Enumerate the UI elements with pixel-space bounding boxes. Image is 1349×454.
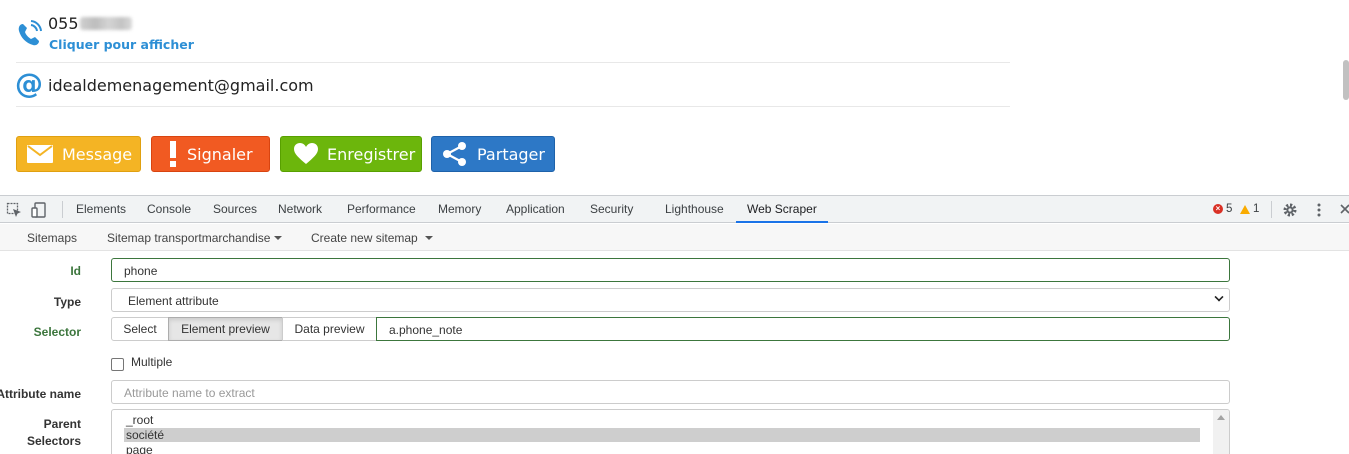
parent-selectors-label-line2: Selectors: [26, 434, 81, 448]
at-icon: @: [15, 67, 43, 100]
tab-lighthouse[interactable]: Lighthouse: [665, 196, 724, 223]
exclamation-icon: [168, 141, 178, 167]
report-label: Signaler: [187, 144, 253, 164]
tab-sources[interactable]: Sources: [213, 196, 257, 223]
create-sitemap-label: Create new sitemap: [311, 231, 418, 245]
email-address[interactable]: idealdemenagement@gmail.com: [48, 76, 314, 95]
tab-console[interactable]: Console: [147, 196, 191, 223]
type-select[interactable]: Element attribute: [111, 288, 1230, 312]
more-options-icon[interactable]: [1311, 202, 1327, 218]
attribute-name-label: Attribute name: [0, 387, 81, 401]
heart-icon: [294, 143, 318, 165]
parent-selector-option[interactable]: _root: [124, 413, 153, 427]
chevron-down-icon: [1214, 292, 1224, 302]
save-button[interactable]: Enregistrer: [280, 136, 422, 172]
tab-security[interactable]: Security: [590, 196, 633, 223]
share-icon: [442, 141, 468, 167]
save-label: Enregistrer: [327, 144, 416, 164]
caret-down-icon: [274, 236, 283, 240]
listbox-scrollbar[interactable]: [1213, 410, 1229, 454]
divider: [16, 62, 1010, 63]
phone-icon: [18, 20, 42, 46]
caret-down-icon: [424, 236, 433, 240]
selector-label: Selector: [33, 325, 81, 339]
device-toolbar-icon[interactable]: [31, 202, 47, 218]
share-button[interactable]: Partager: [431, 136, 555, 172]
id-input[interactable]: phone: [111, 258, 1230, 282]
tab-network[interactable]: Network: [278, 196, 322, 223]
selector-input[interactable]: a.phone_note: [376, 317, 1230, 341]
attribute-name-input[interactable]: Attribute name to extract: [111, 380, 1230, 404]
contact-email: @ idealdemenagement@gmail.com: [14, 66, 1010, 106]
parent-selector-option[interactable]: page: [124, 443, 153, 454]
attribute-name-placeholder: Attribute name to extract: [124, 386, 255, 400]
webscraper-nav: Sitemaps Sitemap transportmarchandise Cr…: [0, 224, 1349, 251]
message-button[interactable]: Message: [16, 136, 141, 172]
parent-selectors-listbox[interactable]: _root société page: [111, 409, 1230, 454]
report-button[interactable]: Signaler: [151, 136, 270, 172]
phone-number: 055: [48, 14, 132, 33]
message-label: Message: [62, 144, 133, 164]
settings-gear-icon[interactable]: [1282, 202, 1298, 218]
tab-elements[interactable]: Elements: [76, 196, 126, 223]
envelope-icon: [27, 145, 53, 163]
toolbar-separator: [62, 201, 63, 218]
phone-prefix: 055: [48, 14, 79, 33]
phone-hidden-digits: [79, 17, 132, 30]
tab-performance[interactable]: Performance: [347, 196, 416, 223]
sitemap-dropdown-label: Sitemap transportmarchandise: [107, 231, 271, 245]
error-count: 5: [1226, 203, 1233, 215]
error-counter[interactable]: × 5: [1213, 203, 1232, 215]
warning-counter[interactable]: 1: [1240, 203, 1259, 215]
create-sitemap-dropdown[interactable]: Create new sitemap: [311, 231, 433, 245]
multiple-label[interactable]: Multiple: [131, 355, 172, 369]
devtools-tabbar: Elements Console Sources Network Perform…: [0, 196, 1349, 223]
sitemaps-link[interactable]: Sitemaps: [27, 231, 77, 245]
contact-phone: 055 Cliquer pour afficher: [14, 12, 1010, 62]
id-label: Id: [70, 264, 81, 278]
data-preview-button[interactable]: Data preview: [282, 317, 377, 341]
type-select-value: Element attribute: [128, 294, 219, 308]
divider: [16, 106, 1010, 107]
multiple-checkbox[interactable]: [111, 358, 124, 371]
sitemap-dropdown[interactable]: Sitemap transportmarchandise: [107, 231, 283, 245]
close-icon[interactable]: [1338, 202, 1349, 218]
inspect-element-icon[interactable]: [6, 202, 22, 218]
element-preview-button[interactable]: Element preview: [168, 317, 283, 341]
share-label: Partager: [477, 144, 545, 164]
show-phone-link[interactable]: Cliquer pour afficher: [49, 37, 194, 52]
select-button[interactable]: Select: [111, 317, 169, 341]
error-icon: ×: [1213, 204, 1223, 214]
tab-application[interactable]: Application: [506, 196, 565, 223]
warning-count: 1: [1253, 203, 1260, 215]
type-label: Type: [53, 295, 81, 309]
tab-web-scraper[interactable]: Web Scraper: [736, 196, 828, 223]
toolbar-separator: [1271, 201, 1272, 218]
parent-selectors-label-line1: Parent: [43, 417, 81, 431]
page-scrollbar[interactable]: [1343, 60, 1349, 100]
tab-memory[interactable]: Memory: [438, 196, 481, 223]
parent-selector-option-selected[interactable]: société: [124, 428, 1200, 442]
scroll-up-arrow-icon[interactable]: [1217, 415, 1225, 420]
warning-icon: [1240, 204, 1250, 214]
